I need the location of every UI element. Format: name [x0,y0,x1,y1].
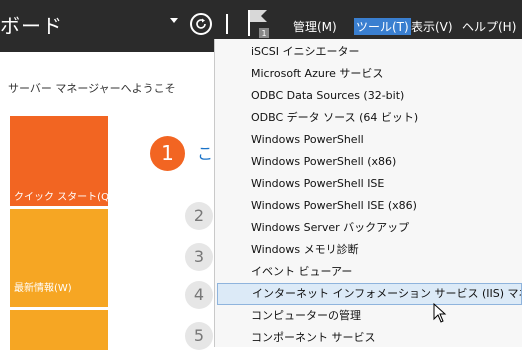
tools-dropdown-menu: iSCSI イニシエーター Microsoft Azure サービス ODBC … [214,39,522,347]
welcome-title: サーバー マネージャーへようこそ [8,82,176,95]
mouse-cursor-icon [433,302,447,327]
notification-badge: 1 [261,29,266,38]
menu-item-event-viewer[interactable]: イベント ビューアー [217,261,522,283]
app-title: ボード [0,14,63,38]
step-2-circle: 2 [185,202,213,230]
menu-item-powershell-ise[interactable]: Windows PowerShell ISE [217,173,522,195]
menu-manage[interactable]: 管理(M) [293,18,337,35]
step-5-circle: 5 [185,322,213,350]
menu-item-computer-management[interactable]: コンピューターの管理 [217,305,522,327]
step-4-circle: 4 [185,281,213,309]
tile-whats-new-label: 最新情報(W) [14,283,72,294]
menu-item-powershell[interactable]: Windows PowerShell [217,129,522,151]
menu-item-odbc-64[interactable]: ODBC データ ソース (64 ビット) [217,107,522,129]
menu-view[interactable]: 表示(V) [411,18,453,35]
step-1-circle: 1 [150,136,185,171]
tile-learn-more[interactable] [10,310,108,350]
menu-item-iis-manager[interactable]: インターネット インフォメーション サービス (IIS) マネージャー [217,283,522,305]
tile-quick-start-label: クイック スタート(Q) [14,192,113,203]
menu-item-odbc-32[interactable]: ODBC Data Sources (32-bit) [217,85,522,107]
menu-item-memory-diagnostic[interactable]: Windows メモリ診断 [217,239,522,261]
menu-item-iscsi-initiator[interactable]: iSCSI イニシエーター [217,41,522,63]
menu-item-powershell-ise-x86[interactable]: Windows PowerShell ISE (x86) [217,195,522,217]
welcome-panel: サーバー マネージャーへようこそ クイック スタート(Q) 最新情報(W) 1 … [0,52,214,350]
tile-whats-new[interactable]: 最新情報(W) [10,209,108,307]
menu-item-azure-services[interactable]: Microsoft Azure サービス [217,63,522,85]
menu-tools[interactable]: ツール(T) [354,18,411,35]
step-3-circle: 3 [185,243,213,271]
tile-quick-start[interactable]: クイック スタート(Q) [10,116,113,206]
menu-help[interactable]: ヘルプ(H) [462,18,516,35]
menu-item-component-services[interactable]: コンポーネント サービス [217,327,522,349]
step-1-link[interactable]: こ [197,140,213,164]
notification-flag-icon[interactable]: 1 [247,8,271,42]
chevron-down-icon[interactable] [170,18,178,23]
toolbar-divider [226,14,228,34]
refresh-icon[interactable] [190,13,212,35]
menu-item-powershell-x86[interactable]: Windows PowerShell (x86) [217,151,522,173]
menu-item-server-backup[interactable]: Windows Server バックアップ [217,217,522,239]
